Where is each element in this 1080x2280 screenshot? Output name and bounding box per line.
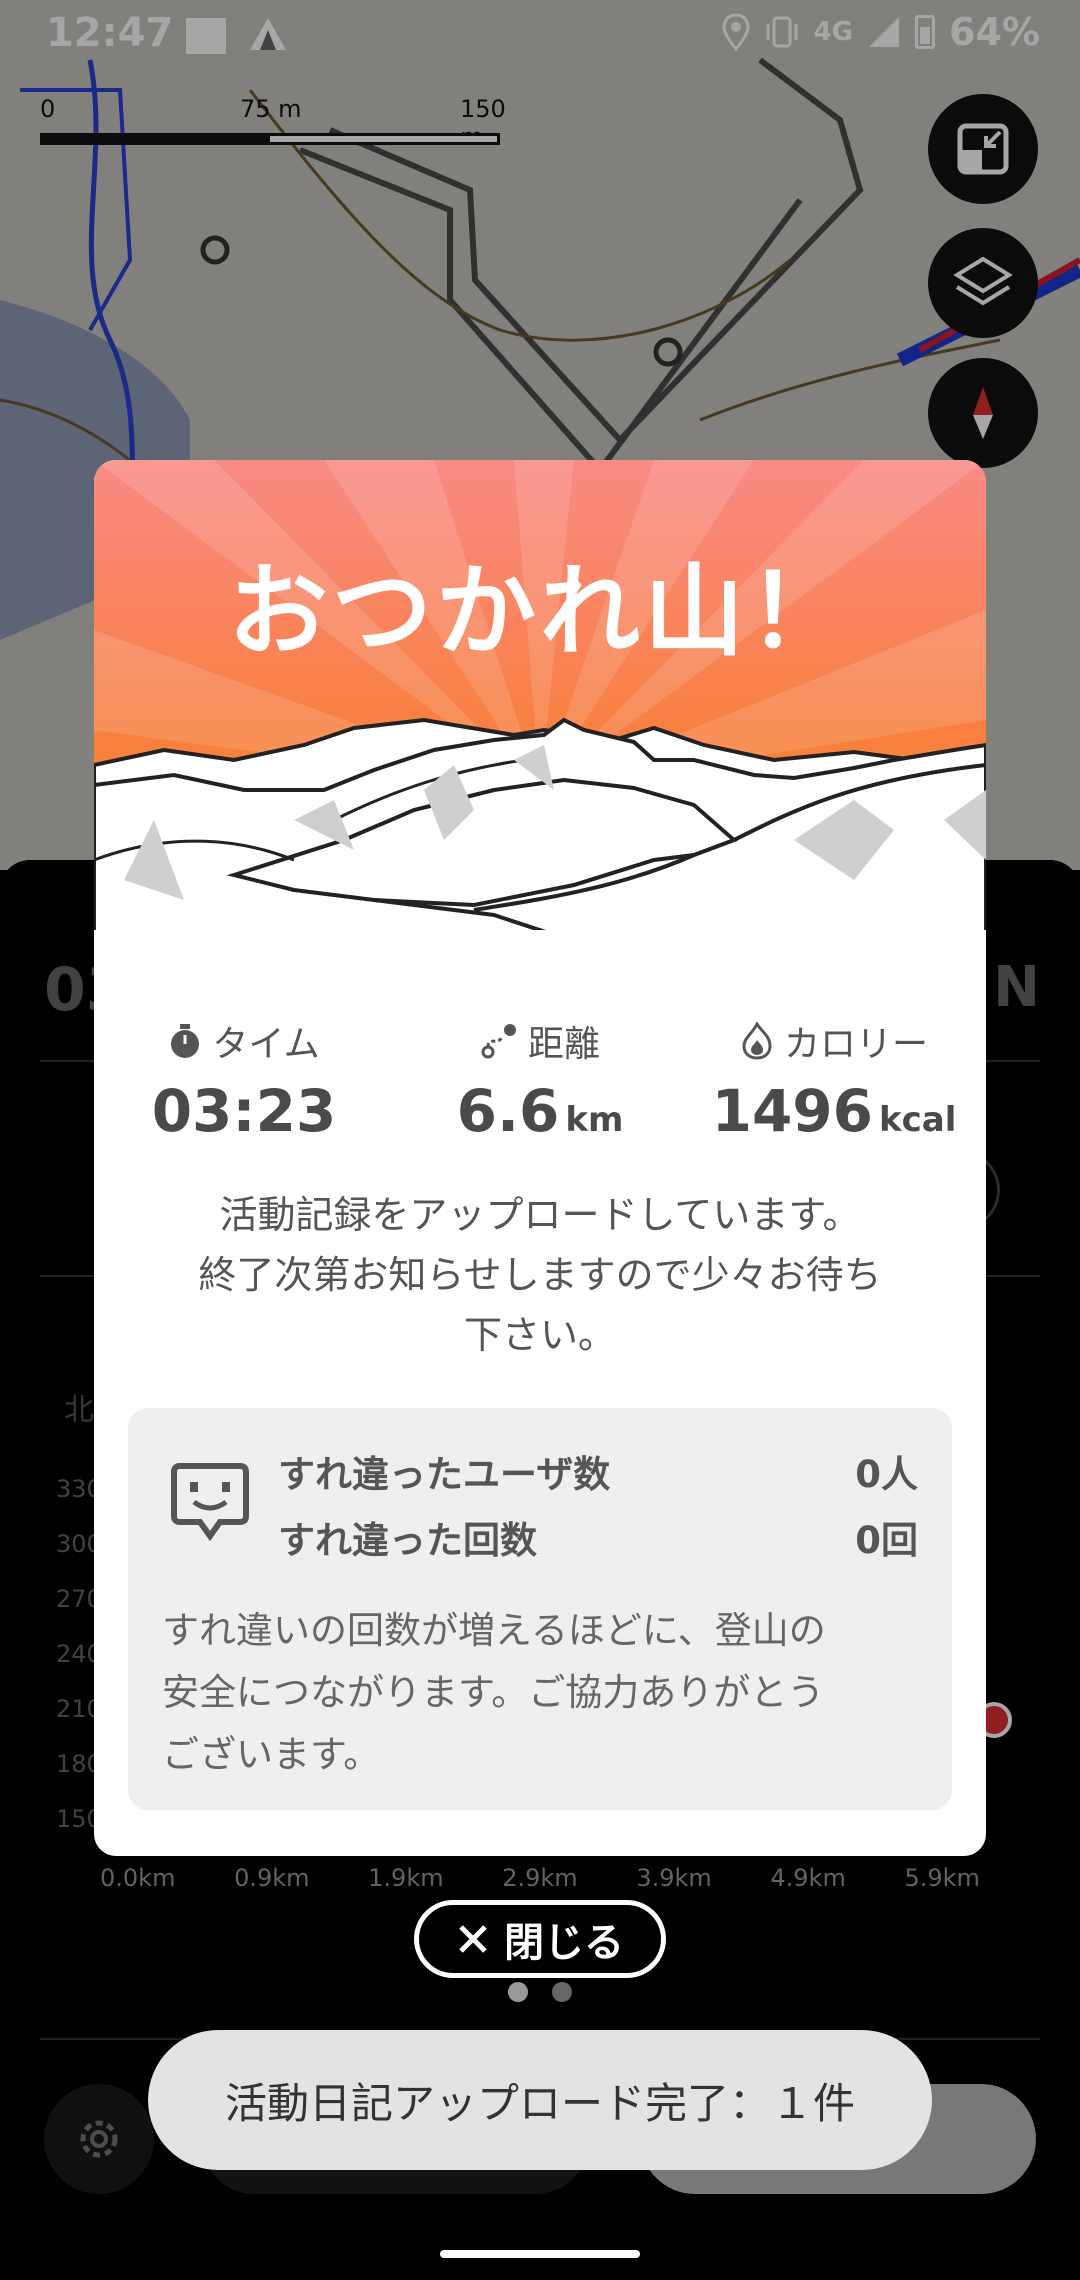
hero-banner: おつかれ山！ xyxy=(94,460,986,970)
upload-message-line: 終了次第お知らせしますので少々お待ち xyxy=(198,1253,882,1297)
flame-icon xyxy=(742,1022,772,1060)
stat-time: タイム 03:23 xyxy=(114,1015,374,1145)
stat-calories-label: カロリー xyxy=(783,1024,928,1065)
passing-count-value: 0回 xyxy=(855,1519,918,1562)
passing-count-row: すれ違った回数 0回 xyxy=(278,1510,918,1564)
stat-distance-value: 6.6 xyxy=(456,1077,560,1145)
passing-users-label: すれ違ったユーザ数 xyxy=(278,1453,611,1496)
home-indicator[interactable] xyxy=(440,2250,640,2258)
close-button[interactable]: 閉じる xyxy=(414,1900,666,1978)
upload-message-line: 活動記録をアップロードしています。 xyxy=(219,1193,861,1237)
stat-calories-value: 1496 xyxy=(711,1077,874,1145)
page-dot xyxy=(552,1982,572,2002)
passing-count-label: すれ違った回数 xyxy=(278,1519,537,1562)
stat-calories-unit: kcal xyxy=(879,1100,957,1140)
stat-time-label: タイム xyxy=(212,1024,320,1065)
completion-dialog: おつかれ山！ タイム 03:23 距離 6.6 km カロリー 1496 kca… xyxy=(94,460,986,1856)
page-dot-active xyxy=(508,1982,528,2002)
route-icon xyxy=(481,1024,516,1059)
stat-distance-unit: km xyxy=(565,1100,624,1140)
activity-stats: タイム 03:23 距離 6.6 km カロリー 1496 kcal xyxy=(94,1015,986,1155)
page-indicator xyxy=(508,1982,572,2002)
passing-note: すれ違いの回数が増えるほどに、登山の 安全につながります。ご協力ありがとう ござ… xyxy=(162,1600,922,1786)
upload-message-line: 下さい。 xyxy=(463,1313,616,1357)
passing-users-value: 0人 xyxy=(855,1453,918,1496)
stat-distance: 距離 6.6 km xyxy=(410,1015,670,1145)
stat-distance-label: 距離 xyxy=(527,1024,600,1065)
upload-message: 活動記録をアップロードしています。 終了次第お知らせしますので少々お待ち 下さい… xyxy=(134,1185,946,1365)
passing-note-line: 安全につながります。ご協力ありがとう xyxy=(162,1671,825,1714)
close-button-label: 閉じる xyxy=(504,1920,624,1966)
stopwatch-icon xyxy=(171,1024,200,1058)
stat-calories: カロリー 1496 kcal xyxy=(694,1015,974,1145)
smiley-speech-icon xyxy=(171,1463,249,1542)
stat-time-value: 03:23 xyxy=(151,1077,337,1145)
passing-users-row: すれ違ったユーザ数 0人 xyxy=(278,1444,918,1498)
passing-info-card: すれ違ったユーザ数 0人 すれ違った回数 0回 すれ違いの回数が増えるほどに、登… xyxy=(128,1408,952,1810)
dialog-title: おつかれ山！ xyxy=(228,553,852,670)
passing-note-line: すれ違いの回数が増えるほどに、登山の xyxy=(162,1609,826,1652)
passing-note-line: ございます。 xyxy=(162,1733,381,1776)
close-icon xyxy=(459,1925,487,1953)
upload-complete-toast: 活動日記アップロード完了：１件 xyxy=(148,2030,932,2170)
